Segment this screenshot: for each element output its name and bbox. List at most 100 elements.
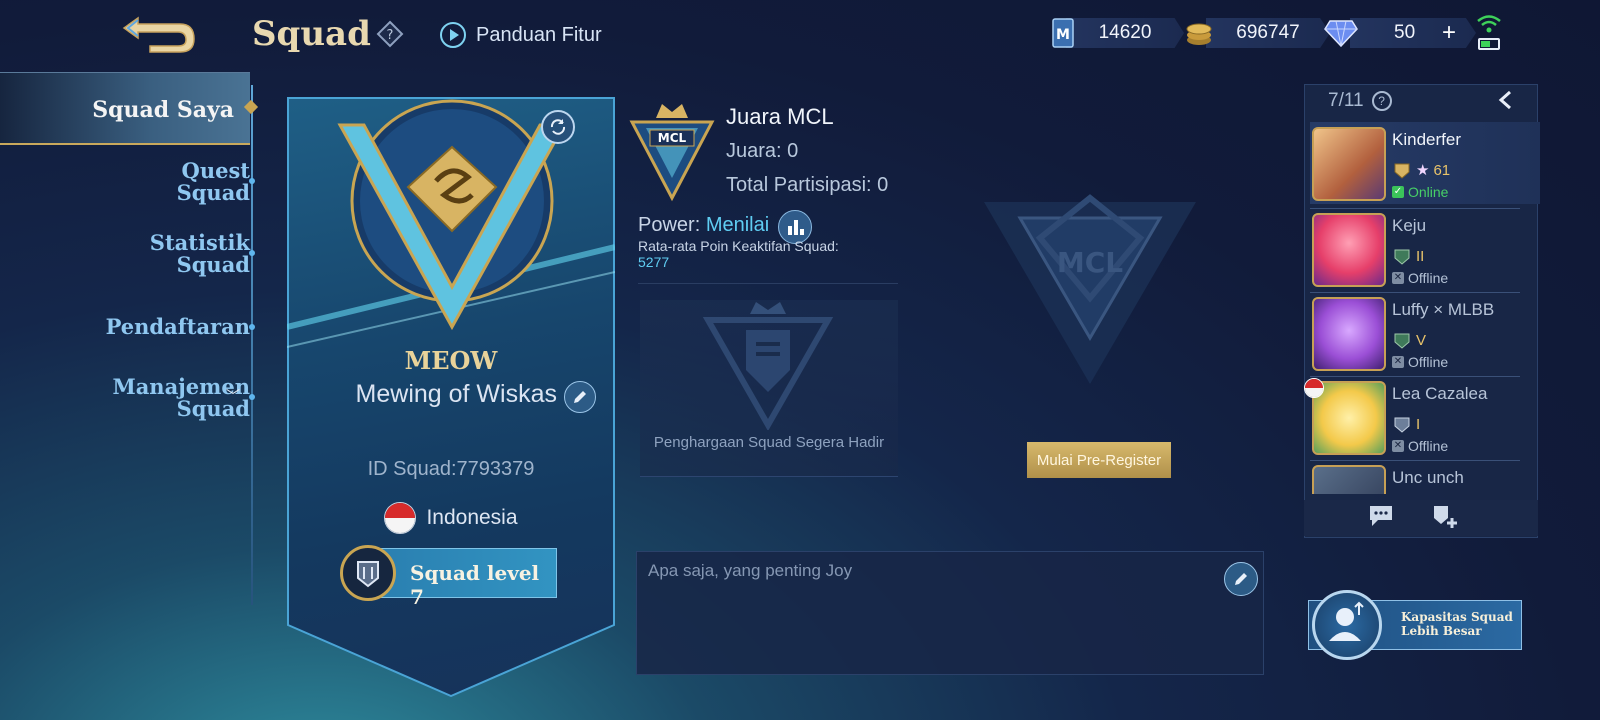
nav-item-label: Pendaftaran: [105, 314, 250, 339]
power-label: Power:: [638, 214, 701, 236]
offline-x-icon: ✕: [1392, 440, 1404, 452]
member-rank: I: [1392, 414, 1420, 434]
page-title: Squad: [252, 14, 371, 54]
star-icon: ★: [1416, 162, 1430, 179]
coin-icon: [1186, 23, 1212, 45]
member-row[interactable]: Unc unch: [1310, 460, 1540, 494]
offline-x-icon: ✕: [1392, 356, 1404, 368]
online-check-icon: ✓: [1392, 186, 1404, 198]
rank-value: II: [1416, 247, 1425, 265]
nav-item-statistik-squad[interactable]: Statistik Squad: [130, 232, 250, 276]
diamond-currency[interactable]: 50 +: [1324, 16, 1476, 50]
mcl-champion: Juara: 0: [726, 140, 799, 162]
member-count-row: 7/11 ?: [1328, 90, 1392, 112]
feature-guide-label: Panduan Fitur: [476, 23, 602, 46]
avatar: [1312, 213, 1386, 287]
activity-points-label: Rata-rata Poin Keaktifan Squad:: [638, 238, 839, 254]
squad-level-badge[interactable]: Squad level 7: [375, 548, 557, 609]
pencil-icon: [1235, 573, 1247, 585]
nav-dot: [249, 178, 255, 184]
nav-item-pendaftaran[interactable]: Pendaftaran: [90, 316, 250, 338]
divider: [638, 283, 898, 284]
back-button[interactable]: [120, 10, 200, 54]
nav-item-label: Squad Saya: [92, 97, 234, 123]
member-count: 7/11: [1328, 90, 1364, 111]
edit-description-button[interactable]: [1224, 562, 1258, 596]
member-row[interactable]: Luffy × MLBB V ✕ Offline: [1310, 292, 1540, 374]
invite-member-icon[interactable]: [1432, 504, 1460, 530]
power-value: Menilai: [705, 214, 770, 236]
nav-dot: [249, 250, 255, 256]
capacity-label: Kapasitas Squad Lebih Besar: [1401, 610, 1513, 638]
member-rank: ★ 61: [1392, 160, 1450, 180]
squad-short-name: MEOW: [404, 346, 498, 375]
capacity-ring: [1312, 590, 1382, 660]
diamond-value: 50: [1394, 22, 1416, 43]
country-label: Indonesia: [426, 506, 518, 529]
rank-emblem-icon: [1394, 333, 1410, 349]
indonesia-flag-icon: [1304, 378, 1324, 398]
member-row[interactable]: Lea Cazalea I ✕ Offline: [1304, 376, 1540, 458]
ticket-value: 14620: [1066, 18, 1184, 48]
chevron-down-icon: ﹀: [226, 388, 240, 404]
status-label: Offline: [1408, 354, 1449, 370]
collapse-panel-icon[interactable]: [1498, 90, 1512, 116]
squad-level-icon: [340, 545, 396, 601]
nav-item-squad-saya[interactable]: Squad Saya: [0, 72, 250, 145]
activity-points-value: 5277: [638, 254, 670, 270]
avatar: [1312, 127, 1386, 201]
status-label: Offline: [1408, 270, 1449, 286]
help-icon[interactable]: ?: [1371, 91, 1392, 111]
play-icon: [440, 22, 466, 48]
power-row: Power: Menilai: [638, 214, 769, 237]
offline-x-icon: ✕: [1392, 272, 1404, 284]
battery-icon: [1478, 38, 1500, 50]
pre-register-button[interactable]: Mulai Pre-Register: [1027, 442, 1171, 478]
feature-guide-button[interactable]: Panduan Fitur: [440, 22, 602, 48]
svg-text:M: M: [1056, 27, 1070, 43]
squad-level-label: Squad level 7: [410, 561, 540, 609]
member-status: ✕ Offline: [1392, 270, 1448, 286]
back-arrow-icon: [122, 16, 195, 53]
member-actions: [1304, 500, 1538, 536]
svg-text:MCL: MCL: [658, 131, 687, 145]
capacity-line1: Kapasitas Squad: [1401, 610, 1513, 624]
svg-text:MCL: MCL: [1057, 246, 1123, 279]
nav-item-quest-squad[interactable]: Quest Squad: [130, 160, 250, 204]
member-status: ✕ Offline: [1392, 438, 1448, 454]
award-helmet-icon: [702, 302, 834, 430]
help-icon[interactable]: ?: [376, 20, 404, 48]
squad-name: Mewing of Wiskas: [355, 380, 557, 408]
nav-rail: [251, 85, 253, 605]
member-name: Unc unch: [1392, 468, 1464, 487]
award-coming-soon: Penghargaan Squad Segera Hadir: [653, 434, 885, 451]
squad-description: Apa saja, yang penting Joy: [648, 561, 853, 580]
avatar: [1312, 465, 1386, 494]
refresh-emblem-button[interactable]: [541, 110, 575, 144]
ticket-currency[interactable]: M 14620: [1052, 16, 1184, 50]
nav-item-label: Statistik Squad: [149, 230, 250, 277]
member-name: Keju: [1392, 216, 1427, 235]
rank-value: 61: [1433, 161, 1451, 179]
nav-dot: [249, 394, 255, 400]
capacity-line2: Lebih Besar: [1401, 624, 1482, 638]
user-upgrade-icon: [1329, 601, 1364, 641]
member-row[interactable]: Kinderfer ★ 61 ✓ Online: [1310, 122, 1540, 204]
wifi-icon: [1477, 15, 1501, 33]
edit-name-button[interactable]: [564, 381, 596, 413]
nav-item-label: Quest Squad: [176, 158, 250, 205]
add-diamond-icon[interactable]: +: [1442, 19, 1456, 47]
avatar: [1312, 297, 1386, 371]
refresh-icon: [550, 119, 566, 135]
member-row[interactable]: Keju II ✕ Offline: [1310, 208, 1540, 290]
coin-currency[interactable]: 696747: [1184, 16, 1330, 50]
coin-value: 696747: [1206, 18, 1330, 48]
member-rank: V: [1392, 330, 1426, 350]
indonesia-flag-icon: [384, 502, 417, 534]
chat-icon[interactable]: [1368, 504, 1394, 528]
status-label: Online: [1408, 184, 1449, 200]
rank-emblem-icon: [1394, 249, 1410, 265]
mcl-title: Juara MCL: [726, 104, 834, 129]
member-status: ✓ Online: [1392, 184, 1448, 200]
diamond-icon: [1324, 20, 1358, 47]
